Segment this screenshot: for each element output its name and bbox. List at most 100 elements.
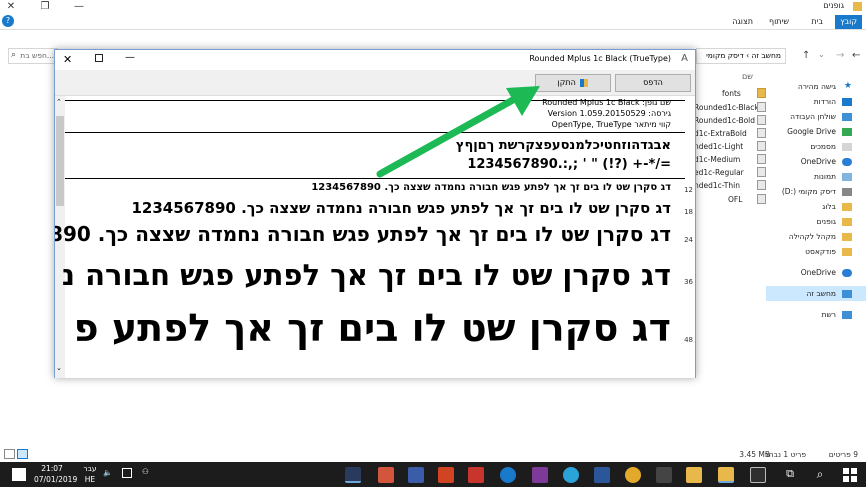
ribbon-tabs: קובץ בית שיתוף תצוגה ?: [0, 14, 866, 30]
people-icon[interactable]: ⚇: [142, 467, 149, 476]
maximize-icon[interactable]: ❐: [34, 0, 56, 14]
tab-home[interactable]: בית: [806, 15, 828, 29]
language-code[interactable]: HE: [80, 475, 100, 484]
file-item[interactable]: nded1c-Thin: [694, 179, 740, 192]
nav-this-pc[interactable]: מחשב זה: [766, 286, 866, 301]
up-arrow-icon[interactable]: ↑: [802, 50, 810, 61]
close-icon[interactable]: ✕: [0, 0, 22, 14]
search-input[interactable]: חפש בת... ⌕: [8, 48, 58, 64]
store-icon[interactable]: [750, 467, 766, 483]
taskbar-date[interactable]: 07/01/2019: [34, 475, 77, 484]
file-item[interactable]: Rounded1c-Bold: [694, 114, 755, 127]
font-file-icon: [757, 141, 766, 151]
taskbar-time[interactable]: 21:07: [34, 464, 70, 473]
app-taskbar-icon[interactable]: [408, 467, 424, 483]
details-view-icon[interactable]: [4, 449, 15, 459]
sample-text-18: דג סקרן שט לו בים זך אך לפתע פגש חבורה נ…: [131, 199, 671, 217]
minimize-icon[interactable]: —: [125, 52, 135, 63]
scroll-up-icon[interactable]: ⌃: [56, 98, 62, 106]
folder-icon: [842, 203, 852, 211]
app-taskbar-icon[interactable]: [686, 467, 702, 483]
font-file-icon: [757, 115, 766, 125]
tab-view[interactable]: תצוגה: [727, 15, 758, 29]
install-button[interactable]: התקן: [535, 74, 611, 92]
app-taskbar-icon[interactable]: [378, 467, 394, 483]
font-viewer-taskbar-icon[interactable]: [345, 467, 361, 483]
forward-arrow-icon[interactable]: →: [836, 50, 844, 61]
file-item[interactable]: d1c-Medium: [694, 153, 740, 166]
print-button[interactable]: הדפס: [615, 74, 691, 92]
sample-size-label: 12: [684, 186, 693, 194]
file-item[interactable]: Rounded1c-Black: [694, 101, 759, 114]
chrome-icon[interactable]: [625, 467, 641, 483]
chevron-down-icon[interactable]: ⌄: [818, 50, 825, 59]
search-icon[interactable]: ⌕: [812, 467, 828, 483]
nav-local-disk[interactable]: דיסק מקומי (:D): [766, 184, 866, 199]
nav-pictures[interactable]: תמונות: [766, 169, 866, 184]
nav-fonts[interactable]: גופנים: [766, 214, 866, 229]
maximize-icon[interactable]: [95, 54, 103, 62]
download-icon: [842, 98, 852, 106]
column-header-name[interactable]: שם: [742, 72, 753, 81]
nav-documents[interactable]: מסמכים: [766, 139, 866, 154]
font-version-info: גירסה: Version 1.059.20150529: [547, 109, 671, 118]
nav-onedrive[interactable]: OneDrive: [766, 154, 866, 169]
onenote-icon[interactable]: [532, 467, 548, 483]
app-taskbar-icon[interactable]: [468, 467, 484, 483]
nav-podcast[interactable]: פודקאסט: [766, 244, 866, 259]
windows-start-icon[interactable]: [842, 467, 858, 483]
nav-network[interactable]: רשת: [766, 307, 866, 322]
scroll-thumb[interactable]: [56, 116, 64, 206]
desktop-icon: [842, 113, 852, 121]
powerpoint-icon[interactable]: [438, 467, 454, 483]
breadcrumb: מחשב זה › דיסק מקומי: [706, 51, 781, 60]
sample-text-12: דג סקרן שט לו בים זך אך לפתע פגש חבורה נ…: [311, 182, 671, 193]
word-icon[interactable]: [594, 467, 610, 483]
taskbar: 21:07 07/01/2019 עבר HE 🔈 ⚇ ⧉ ⌕: [0, 462, 866, 487]
notification-icon[interactable]: [12, 468, 26, 481]
drive-icon: [842, 188, 852, 196]
font-file-icon: [757, 180, 766, 190]
nav-onedrive-root[interactable]: OneDrive: [766, 265, 866, 280]
list-view-icon[interactable]: [17, 449, 28, 459]
sample-size-label: 36: [684, 278, 693, 286]
window-title: גופנים: [823, 1, 844, 10]
app-taskbar-icon[interactable]: [656, 467, 672, 483]
help-icon[interactable]: ?: [2, 15, 14, 27]
file-item[interactable]: OFL: [728, 193, 742, 206]
scroll-down-icon[interactable]: ⌄: [56, 364, 62, 372]
task-view-icon[interactable]: ⧉: [782, 467, 798, 483]
internet-explorer-icon[interactable]: [563, 467, 579, 483]
address-bar[interactable]: מחשב זה › דיסק מקומי: [696, 48, 786, 64]
tab-share[interactable]: שיתוף: [764, 15, 794, 29]
cloud-icon: [842, 158, 852, 166]
file-item[interactable]: ed1c-Regular: [694, 166, 744, 179]
close-icon[interactable]: ✕: [63, 53, 72, 66]
nav-google-drive[interactable]: Google Drive: [766, 124, 866, 139]
volume-icon[interactable]: 🔈: [103, 468, 112, 477]
sample-size-label: 24: [684, 236, 693, 244]
nav-community[interactable]: מקהל לקהילה: [766, 229, 866, 244]
nav-blog[interactable]: בלוג: [766, 199, 866, 214]
font-app-icon: A: [681, 53, 688, 64]
file-explorer-icon[interactable]: [718, 467, 734, 483]
cloud-icon: [842, 269, 852, 277]
edge-icon[interactable]: [500, 467, 516, 483]
minimize-icon[interactable]: —: [68, 0, 90, 14]
pictures-icon: [842, 173, 852, 181]
dialog-title-bar: ✕ — Rounded Mplus 1c Black (TrueType) A: [55, 50, 695, 70]
status-bar: 9 פריטים פריט 1 נבחר 3.45 MB: [0, 447, 866, 462]
network-tray-icon[interactable]: [122, 468, 132, 478]
folder-icon: [853, 2, 862, 11]
file-item[interactable]: fonts: [722, 87, 741, 100]
nav-downloads[interactable]: הורדות: [766, 94, 866, 109]
back-arrow-icon[interactable]: ←: [852, 50, 860, 61]
arrow-shaft: [376, 92, 524, 178]
file-item[interactable]: nded1c-Light: [694, 140, 743, 153]
language-indicator[interactable]: עבר: [80, 464, 100, 473]
star-icon: ★: [843, 81, 852, 91]
nav-quick-access[interactable]: ★ גישה מהירה: [766, 79, 866, 94]
nav-desktop[interactable]: שולחן העבודה: [766, 109, 866, 124]
file-item[interactable]: d1c-ExtraBold: [694, 127, 747, 140]
tab-file[interactable]: קובץ: [835, 15, 862, 29]
